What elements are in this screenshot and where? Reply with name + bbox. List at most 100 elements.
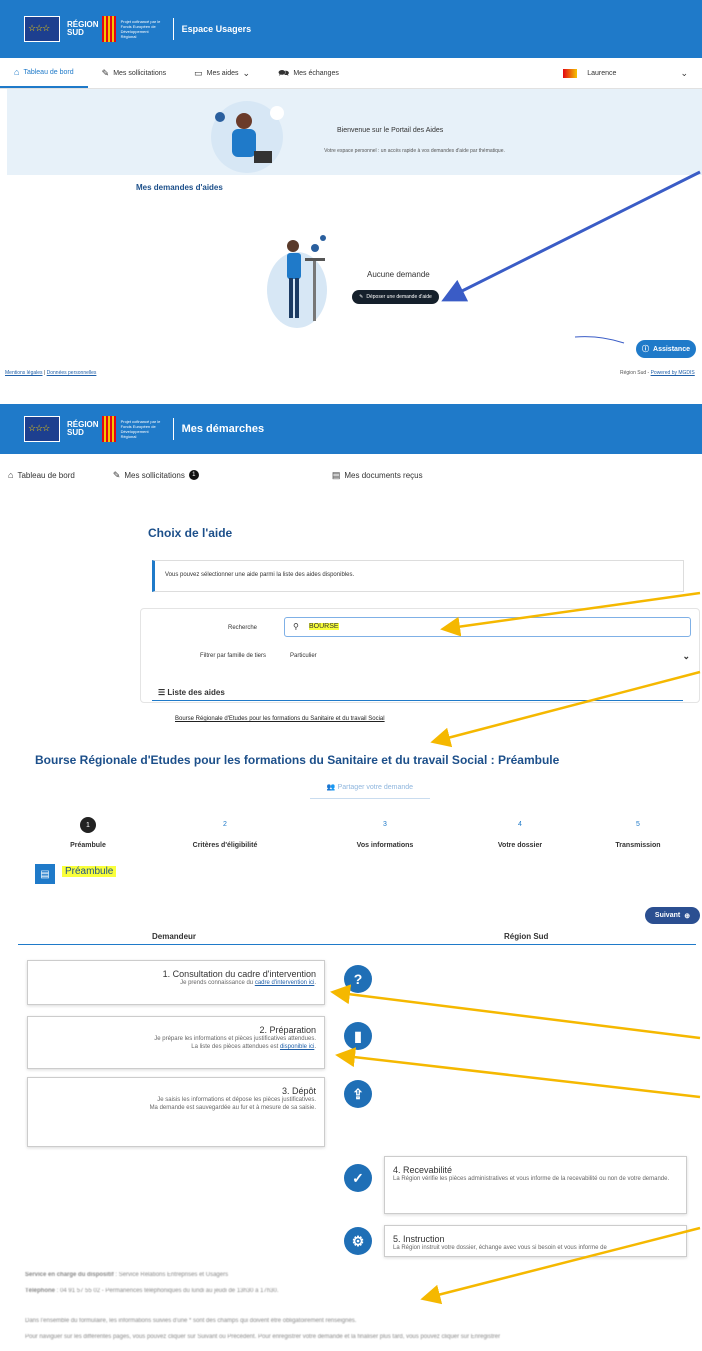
search-label: Recherche (228, 625, 258, 631)
user-avatar (563, 68, 578, 78)
note-2: Pour naviguer sur les différentes pages,… (25, 1334, 501, 1340)
card-1-end: . (314, 980, 316, 986)
nav-exchanges[interactable]: 🗪 Mes échanges (264, 58, 353, 88)
portal-nav: ⌂ Tableau de bord ✎ Mes sollicitations ▭ Me… (0, 58, 702, 89)
chevron-down-icon: ⌄ (682, 651, 690, 661)
card-1-title: 1. Consultation du cadre d'intervention (162, 969, 316, 979)
assistance-label: Assistance (653, 345, 690, 353)
col-demandeur: Demandeur (152, 932, 197, 941)
share-icon: 👥 (326, 784, 336, 791)
region-logo: RÉGIONSUD Projet cofinancé par le Fonds … (24, 16, 165, 42)
nav2-docs[interactable]: ▤ Mes documents reçus (318, 465, 437, 485)
phone-line: Téléphone : 04 91 57 55 02 - Permanences… (25, 1288, 279, 1294)
next-button[interactable]: Suivant ⊕ (645, 907, 700, 924)
step-2-dot[interactable]: 2 (215, 821, 235, 828)
framework-link[interactable]: cadre d'intervention ici (255, 980, 315, 986)
aid-link[interactable]: Bourse Régionale d'Etudes pour les forma… (175, 716, 385, 722)
nav2-dashboard-label: Tableau de bord (17, 470, 75, 480)
chat-icon: 🗪 (278, 67, 290, 78)
demarches-header: RÉGIONSUD Projet cofinancé par le Fonds … (0, 404, 702, 454)
deposit-request-button[interactable]: ✎ Déposer une demande d'aide (352, 290, 439, 304)
document-icon: ▤ (35, 864, 55, 884)
choice-title: Choix de l'aide (148, 526, 233, 540)
nav-aids-label: Mes aides (206, 69, 239, 77)
home-icon: ⌂ (8, 469, 14, 480)
powered-link[interactable]: Powered by MGDIS (651, 370, 695, 376)
search-value: BOURSE (309, 623, 339, 630)
credit-text: Région Sud - (620, 370, 651, 376)
service-line: Service en charge du dispositif : Servic… (25, 1272, 228, 1278)
user-menu[interactable]: Laurence ⌄ (549, 58, 702, 88)
region-flag-icon (101, 16, 116, 42)
search-input[interactable]: ⚲ BOURSE (284, 617, 691, 637)
next-label: Suivant (654, 912, 681, 919)
pen-icon: ✎ (101, 67, 110, 78)
nav2-docs-label: Mes documents reçus (344, 470, 423, 480)
welcome-text: Votre espace personnel : un accès rapide… (324, 148, 505, 154)
solicitations-badge: 1 (188, 470, 199, 480)
card-3-title: 3. Dépôt (281, 1086, 316, 1096)
step-1-dot[interactable]: 1 (80, 817, 96, 833)
pen-icon: ✎ (112, 469, 121, 480)
documents-link[interactable]: disponible ici (280, 1044, 314, 1050)
filter-label: Filtrer par famille de tiers (200, 653, 267, 659)
step-5-dot[interactable]: 5 (628, 821, 648, 828)
portal-title: Espace Usagers (181, 24, 252, 34)
step-5-label: Transmission (615, 842, 661, 849)
card-instruction: 5. Instruction La Région instruit votre … (384, 1225, 687, 1257)
nav-solicitations[interactable]: ✎ Mes sollicitations (88, 58, 180, 88)
info-text: Vous pouvez sélectionner une aide parmi … (165, 572, 355, 578)
demarches-title: Mes démarches (181, 423, 265, 435)
portal-header: RÉGIONSUD Projet cofinancé par le Fonds … (0, 0, 702, 58)
check-icon: ✓ (344, 1164, 372, 1192)
info-box: Vous pouvez sélectionner une aide parmi … (152, 560, 684, 592)
phone-value: : 04 91 57 55 02 - Permanences téléphoni… (55, 1288, 279, 1294)
welcome-banner: Bienvenue sur le Portail des Aides Votre… (7, 89, 702, 175)
yellow-arrow-3 (330, 984, 701, 1040)
nav-dashboard[interactable]: ⌂ Tableau de bord (0, 58, 88, 88)
region-name-2: SUD (67, 28, 84, 37)
nav2-dashboard[interactable]: ⌂ Tableau de bord (0, 465, 89, 485)
step-3-label: Vos informations (356, 842, 414, 849)
card-5-title: 5. Instruction (393, 1234, 445, 1244)
blue-arrow (441, 170, 701, 302)
card-recevabilite: 4. Recevabilité La Région vérifie les pi… (384, 1156, 687, 1214)
nav2-solicitations[interactable]: ✎ Mes sollicitations 1 (99, 465, 213, 485)
chevron-down-icon: ⌄ (680, 67, 688, 78)
nav-aids[interactable]: ▭ Mes aides ⌄ (180, 58, 264, 88)
card-5-text: La Région instruit votre dossier, échang… (393, 1245, 607, 1251)
share-button[interactable]: 👥 Partager votre demande (310, 783, 430, 799)
step-4-dot[interactable]: 4 (510, 821, 530, 828)
aids-list-title: ☰ Liste des aides (158, 688, 225, 697)
nav2-solicitations-label: Mes sollicitations (124, 470, 185, 480)
document-icon: ▮ (344, 1022, 372, 1050)
fund-text-2: Projet cofinancé par le Fonds Européen d… (120, 419, 161, 439)
fund-text: Projet cofinancé par le Fonds Européen d… (120, 19, 161, 39)
card-4-text: La Région vérifie les pièces administrat… (393, 1176, 670, 1182)
step-2-label: Critères d'éligibilité (192, 842, 258, 849)
card-1-text: Je prends connaissance du (180, 980, 255, 986)
assistance-button[interactable]: ⓘ Assistance (636, 340, 696, 358)
note-1: Dans l'ensemble du formulaire, les infor… (25, 1318, 357, 1324)
legal-link[interactable]: Mentions légales (5, 370, 43, 376)
step-3-dot[interactable]: 3 (375, 821, 395, 828)
section-title: Préambule (62, 866, 117, 877)
card-3-text2: Ma demande est sauvegardée au fur et à m… (149, 1105, 316, 1111)
portal-footer-links: Mentions légales | Données personnelles (5, 370, 96, 376)
filter-select[interactable]: Particulier ⌄ (290, 651, 690, 661)
gears-icon: ⚙ (344, 1227, 372, 1255)
card-consultation: 1. Consultation du cadre d'intervention … (27, 960, 325, 1005)
document-icon: ▤ (331, 469, 341, 480)
help-circle-icon: ? (344, 965, 372, 993)
demarches-nav: ⌂ Tableau de bord ✎ Mes sollicitations 1 ▤… (0, 465, 702, 485)
phone-label: Téléphone (25, 1288, 56, 1294)
card-depot: 3. Dépôt Je saisis les informations et d… (27, 1077, 325, 1147)
personal-data-link[interactable]: Données personnelles (47, 370, 97, 376)
footer-sep: | (43, 370, 46, 376)
empty-text: Aucune demande (367, 270, 430, 279)
chevron-down-icon: ⌄ (242, 67, 251, 78)
share-label: Partager votre demande (337, 784, 414, 791)
service-label: Service en charge du dispositif (25, 1272, 114, 1278)
nav-exchanges-label: Mes échanges (293, 69, 339, 77)
card-2-title: 2. Préparation (259, 1025, 316, 1035)
